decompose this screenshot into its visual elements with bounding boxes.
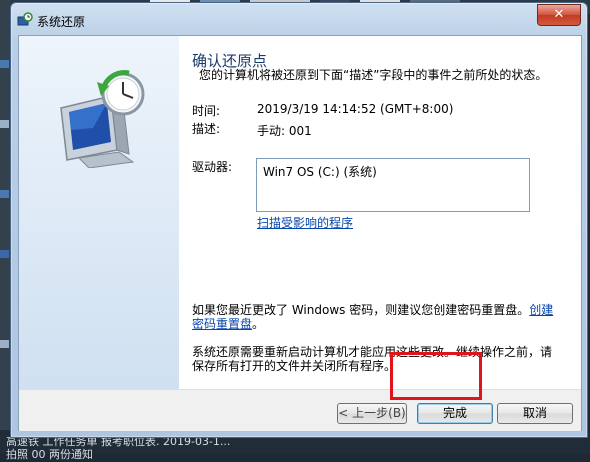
button-bar: < 上一步(B) 完成 取消 <box>19 389 581 431</box>
page-subtitle: 您的计算机将被还原到下面“描述”字段中的事件之前所处的状态。 <box>199 68 548 82</box>
scan-affected-programs-link[interactable]: 扫描受影响的程序 <box>257 214 353 231</box>
taskbar-text-line: 拍照 00 两份通知 <box>6 448 93 461</box>
desktop-icon-fragment <box>0 120 9 128</box>
title-bar[interactable]: 系统还原 ✕ <box>11 3 587 33</box>
desktop-icon-fragment <box>0 340 9 348</box>
back-button[interactable]: < 上一步(B) <box>337 403 407 424</box>
desktop-icon-fragment <box>0 190 9 198</box>
password-warning-end: 。 <box>252 317 265 331</box>
restart-note: 系统还原需要重新启动计算机才能应用这些更改。继续操作之前，请保存所有打开的文件并… <box>192 345 553 373</box>
close-button[interactable]: ✕ <box>537 4 581 26</box>
password-warning: 如果您最近更改了 Windows 密码，则建议您创建密码重置盘。创建密码重置盘。 <box>192 303 560 331</box>
desktop-icon-fragment <box>0 250 9 258</box>
system-restore-small-icon <box>17 12 33 28</box>
window-title: 系统还原 <box>37 15 86 29</box>
close-icon: ✕ <box>553 7 565 22</box>
system-restore-computer-clock-icon <box>60 70 145 168</box>
cancel-button[interactable]: 取消 <box>497 403 573 424</box>
description-value: 手动: 001 <box>257 124 312 138</box>
dialog-client-area: 确认还原点 您的计算机将被还原到下面“描述”字段中的事件之前所处的状态。 时间:… <box>18 35 582 431</box>
drives-list[interactable]: Win7 OS (C:) (系统) <box>256 158 530 212</box>
side-panel <box>19 36 179 389</box>
time-value: 2019/3/19 14:14:52 (GMT+8:00) <box>257 102 454 116</box>
desktop-icon-fragment <box>0 60 9 68</box>
password-warning-text: 如果您最近更改了 Windows 密码，则建议您创建密码重置盘。 <box>192 303 530 317</box>
highlight-annotation <box>390 352 482 400</box>
time-label: 时间: <box>192 104 221 118</box>
description-label: 描述: <box>192 122 221 136</box>
drives-label: 驱动器: <box>192 160 233 174</box>
finish-button[interactable]: 完成 <box>417 403 493 424</box>
list-item[interactable]: Win7 OS (C:) (系统) <box>263 163 377 180</box>
desktop-left-strip <box>0 0 10 454</box>
system-restore-dialog: 系统还原 ✕ 确认还原点 您的计算机将被还原到下面“描述”字段中的事件之前所处的… <box>10 2 588 438</box>
